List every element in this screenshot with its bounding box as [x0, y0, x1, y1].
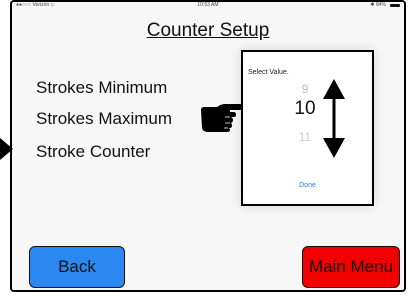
back-button[interactable]: Back: [29, 246, 125, 288]
value-picker-popup: Select Value. 9 10 11 Done: [241, 50, 374, 206]
main-menu-button[interactable]: Main Menu: [302, 246, 400, 288]
down-arrow-icon: [323, 118, 345, 158]
picker-value-next[interactable]: 11: [285, 130, 325, 144]
up-arrow-icon: [323, 79, 345, 119]
status-time: 10:53 AM: [197, 2, 219, 8]
picker-title: Select Value.: [248, 69, 289, 76]
picker-value-previous[interactable]: 9: [285, 82, 325, 96]
menu-item-strokes-minimum[interactable]: Strokes Minimum: [36, 78, 167, 98]
right-arrow-icon: [0, 138, 13, 160]
app-screen: ●●○○○ Verizon ◇ 10:53 AM ✱ 84% Counter S…: [10, 0, 406, 292]
done-button[interactable]: Done: [243, 182, 372, 189]
page-title: Counter Setup: [146, 20, 270, 41]
menu-item-strokes-maximum[interactable]: Strokes Maximum: [36, 109, 172, 129]
menu-item-stroke-counter[interactable]: Stroke Counter: [36, 142, 150, 162]
carrier-signal: ●●○○○ Verizon ◇: [16, 2, 55, 8]
battery-level: ✱ 84%: [370, 2, 386, 8]
battery-icon: [390, 4, 400, 7]
status-bar: ●●○○○ Verizon ◇ 10:53 AM ✱ 84%: [12, 2, 404, 9]
hand-pointer-icon: [201, 104, 243, 132]
picker-value-selected[interactable]: 10: [285, 98, 325, 120]
